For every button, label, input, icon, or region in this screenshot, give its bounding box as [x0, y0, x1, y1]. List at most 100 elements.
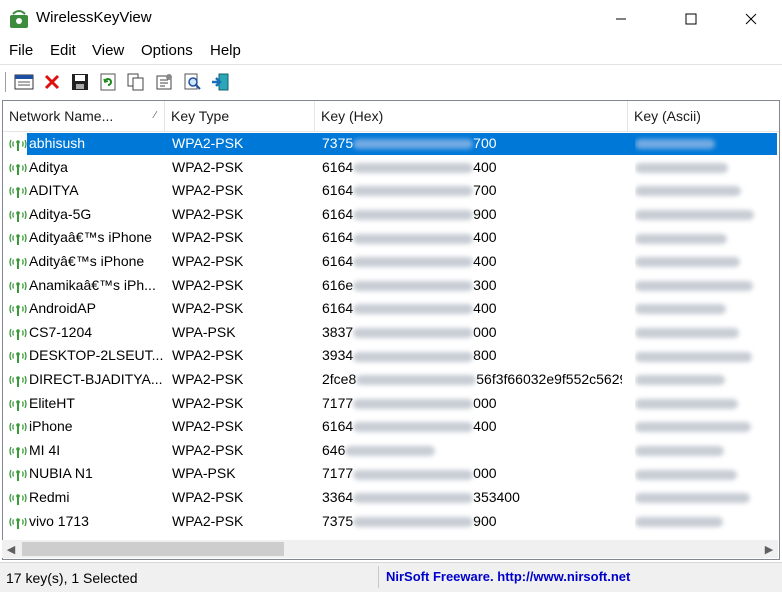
redacted-blur	[635, 493, 750, 504]
table-row[interactable]: Redmi WPA2-PSK 3364 353400	[3, 486, 779, 510]
scroll-right-icon[interactable]: ▶	[760, 540, 778, 558]
table-row[interactable]: Adityaâ€™s iPhone WPA2-PSK 6164 400	[3, 226, 779, 250]
scrollbar-thumb[interactable]	[22, 542, 284, 556]
nirsoft-link[interactable]: NirSoft Freeware. http://www.nirsoft.net	[386, 569, 630, 584]
table-row[interactable]: CS7-1204 WPA-PSK 3837 000	[3, 321, 779, 345]
redacted-blur	[353, 516, 474, 527]
scroll-left-icon[interactable]: ◀	[2, 540, 20, 558]
refresh-button[interactable]	[97, 71, 119, 93]
menu-edit[interactable]: Edit	[50, 42, 76, 59]
key-hex-visible-end: 000	[473, 394, 497, 411]
redacted-blur	[353, 493, 474, 504]
key-hex-visible-start: 6164	[322, 229, 354, 246]
menu-file[interactable]: File	[9, 42, 33, 59]
column-header-key-hex[interactable]: Key (Hex)	[315, 101, 628, 131]
key-hex-visible-start: 7375	[322, 512, 354, 529]
delete-button[interactable]	[41, 71, 63, 93]
table-row[interactable]: abhisush WPA2-PSK 7375 700	[3, 132, 779, 156]
table-row[interactable]: ADITYA WPA2-PSK 6164 700	[3, 179, 779, 203]
cell-network-name: Aditya	[29, 158, 68, 175]
cell-key-type: WPA2-PSK	[172, 300, 244, 317]
table-row[interactable]: DIRECT-BJADITYA... WPA2-PSK 2fce8 56f3f6603…	[3, 368, 779, 392]
cell-network-name: Adityâ€™s iPhone	[29, 253, 145, 269]
table-row[interactable]: Aditya-5G WPA2-PSK 6164 900	[3, 203, 779, 227]
close-button[interactable]	[728, 0, 774, 38]
maximize-button[interactable]	[668, 0, 714, 38]
redacted-blur	[635, 162, 728, 173]
menu-help[interactable]: Help	[210, 42, 241, 59]
table-row[interactable]: NUBIA N1 WPA-PSK 7177 000	[3, 462, 779, 486]
column-header-network-name[interactable]: Network Name... ∕	[3, 101, 165, 131]
table-row[interactable]: iPhone WPA2-PSK 6164 400	[3, 415, 779, 439]
redacted-blur	[353, 162, 474, 173]
cell-key-hex: 7375 700	[322, 132, 622, 156]
cell-key-hex: 7375 900	[322, 510, 622, 534]
cell-key-ascii	[635, 368, 775, 392]
wifi-network-icon	[9, 470, 27, 482]
redacted-blur	[353, 210, 474, 221]
column-header-key-type[interactable]: Key Type	[165, 101, 315, 131]
exit-button[interactable]	[209, 71, 231, 93]
redacted-blur	[635, 422, 751, 433]
redacted-blur	[635, 469, 737, 480]
redacted-blur	[353, 398, 474, 409]
cell-network-name: AndroidAP	[29, 300, 96, 317]
toolbar-grip	[5, 72, 9, 92]
cell-key-hex: 3364 353400	[322, 486, 622, 510]
table-row[interactable]: vivo 1713 WPA2-PSK 7375 900	[3, 510, 779, 534]
key-hex-visible-start: 6164	[322, 300, 354, 317]
wifi-network-icon	[9, 517, 27, 529]
copy-button[interactable]	[125, 71, 147, 93]
cell-key-hex: 2fce8 56f3f66032e9f552c5629...	[322, 368, 622, 392]
key-hex-visible-start: 7177	[322, 465, 354, 482]
save-button[interactable]	[69, 71, 91, 93]
html-report-icon	[14, 74, 34, 90]
table-row[interactable]: Adityâ€™s iPhone WPA2-PSK 6164 400	[3, 250, 779, 274]
minimize-button[interactable]	[598, 0, 644, 38]
table-row[interactable]: MI 4I WPA2-PSK 646	[3, 439, 779, 463]
html-report-button[interactable]	[13, 71, 35, 93]
cell-key-ascii	[635, 274, 775, 298]
redacted-blur	[635, 351, 752, 362]
wifi-network-icon	[9, 399, 27, 411]
app-wifi-key-icon	[10, 10, 28, 28]
menu-options[interactable]: Options	[141, 42, 193, 59]
wifi-network-icon	[9, 281, 27, 293]
redacted-blur	[353, 280, 474, 291]
network-key-list[interactable]: Network Name... ∕ Key Type Key (Hex) Key…	[2, 100, 780, 560]
maximize-icon	[685, 13, 697, 25]
redacted-blur	[353, 422, 474, 433]
cell-key-hex: 6164 400	[322, 415, 622, 439]
table-row[interactable]: Aditya WPA2-PSK 6164 400	[3, 156, 779, 180]
table-row[interactable]: DESKTOP-2LSEUT... WPA2-PSK 3934 800	[3, 344, 779, 368]
redacted-blur	[345, 446, 436, 457]
menu-view[interactable]: View	[92, 42, 124, 59]
cell-key-hex: 646	[322, 439, 622, 463]
cell-key-type: WPA2-PSK	[172, 182, 244, 199]
find-button[interactable]	[181, 71, 203, 93]
table-row[interactable]: EliteHT WPA2-PSK 7177 000	[3, 392, 779, 416]
redacted-blur	[635, 233, 727, 244]
key-hex-visible-end: 56f3f66032e9f552c5629...	[476, 371, 622, 387]
key-hex-visible-start: 3837	[322, 323, 354, 340]
table-row[interactable]: AndroidAP WPA2-PSK 6164 400	[3, 297, 779, 321]
cell-network-name: abhisush	[29, 135, 86, 151]
wifi-network-icon	[9, 493, 27, 505]
properties-button[interactable]	[153, 71, 175, 93]
cell-network-name: CS7-1204	[29, 323, 93, 340]
cell-key-type: WPA2-PSK	[172, 418, 244, 435]
cell-network-name: NUBIA N1	[29, 465, 93, 482]
horizontal-scrollbar[interactable]: ◀ ▶	[2, 540, 778, 558]
redacted-blur	[353, 139, 474, 150]
column-header-key-ascii[interactable]: Key (Ascii)	[628, 101, 779, 131]
cell-key-type: WPA2-PSK	[172, 158, 244, 175]
cell-key-ascii	[635, 156, 775, 180]
list-header: Network Name... ∕ Key Type Key (Hex) Key…	[3, 101, 779, 132]
redacted-blur	[635, 398, 738, 409]
cell-key-hex: 6164 400	[322, 297, 622, 321]
wifi-network-icon	[9, 328, 27, 340]
table-row[interactable]: Anamikaâ€™s iPh... WPA2-PSK 616e 300	[3, 274, 779, 298]
save-icon	[72, 74, 88, 90]
key-hex-visible-end: 300	[473, 276, 497, 293]
wifi-network-icon	[9, 257, 27, 269]
